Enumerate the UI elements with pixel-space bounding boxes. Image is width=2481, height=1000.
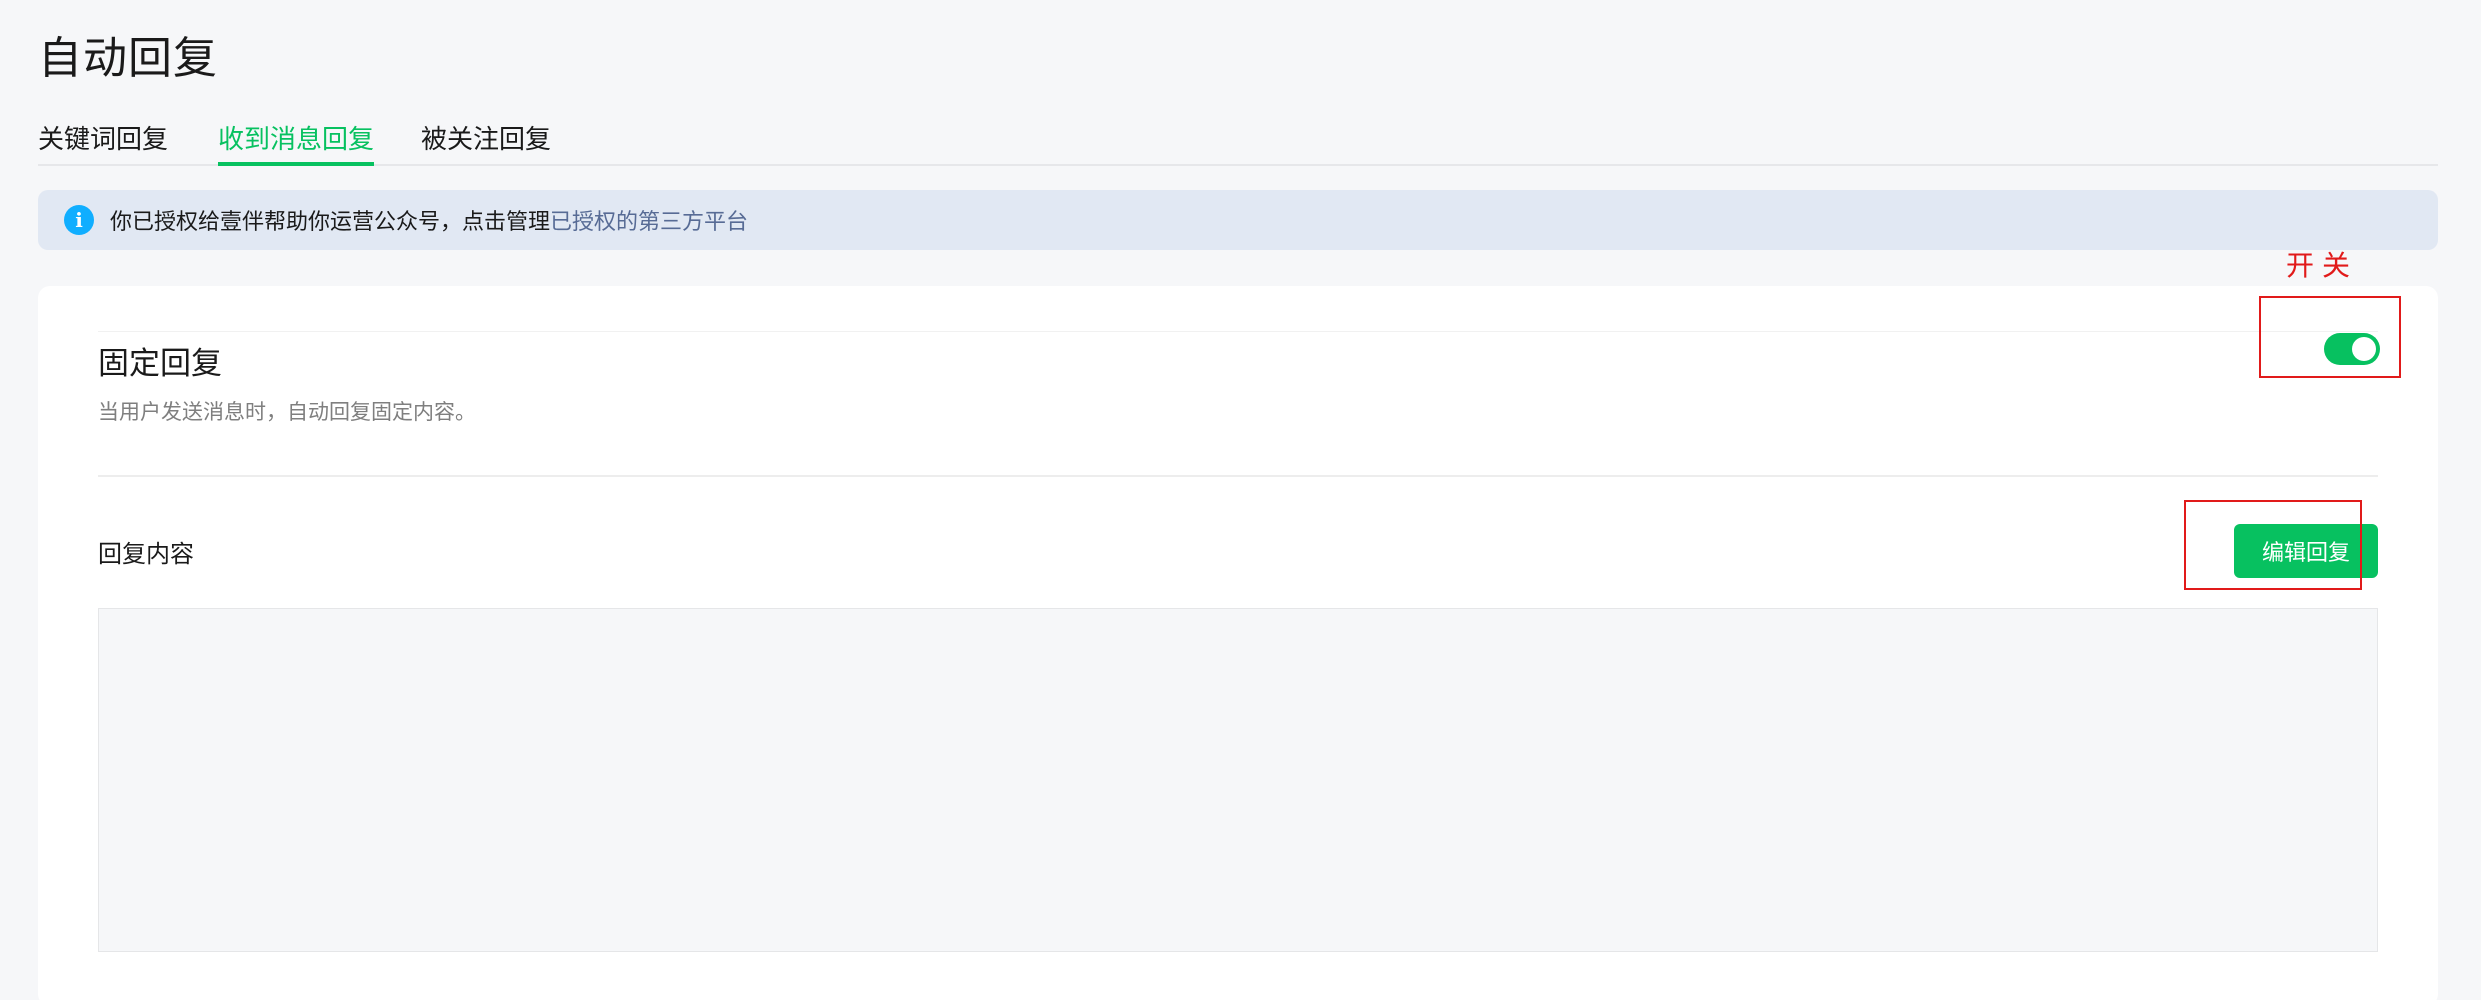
fixed-reply-description: 当用户发送消息时，自动回复固定内容。: [98, 400, 476, 424]
section-divider: [98, 475, 2378, 477]
section-top-line: [98, 331, 2378, 335]
tab-message-reply[interactable]: 收到消息回复: [218, 120, 375, 166]
tab-keyword-reply[interactable]: 关键词回复: [38, 120, 168, 166]
authorization-notice: i 你已授权给壹伴帮助你运营公众号，点击管理 已授权的第三方平台: [38, 190, 2438, 250]
reply-content-area: [98, 608, 2378, 952]
tab-bar: 关键词回复 收到消息回复 被关注回复: [38, 120, 2438, 166]
third-party-platform-link[interactable]: 已授权的第三方平台: [550, 204, 748, 236]
reply-settings-card: 固定回复 当用户发送消息时，自动回复固定内容。 回复内容 编辑回复: [38, 286, 2438, 1000]
annotation-toggle-box: [2259, 296, 2401, 378]
annotation-edit-button-box: [2184, 500, 2362, 590]
reply-content-label: 回复内容: [98, 540, 194, 568]
notice-text: 你已授权给壹伴帮助你运营公众号，点击管理: [110, 210, 551, 235]
info-icon: i: [64, 205, 94, 235]
tab-follow-reply[interactable]: 被关注回复: [421, 120, 551, 166]
annotation-switch-label: 开关: [2286, 249, 2359, 282]
page-title: 自动回复: [38, 33, 218, 84]
fixed-reply-title: 固定回复: [98, 346, 222, 382]
